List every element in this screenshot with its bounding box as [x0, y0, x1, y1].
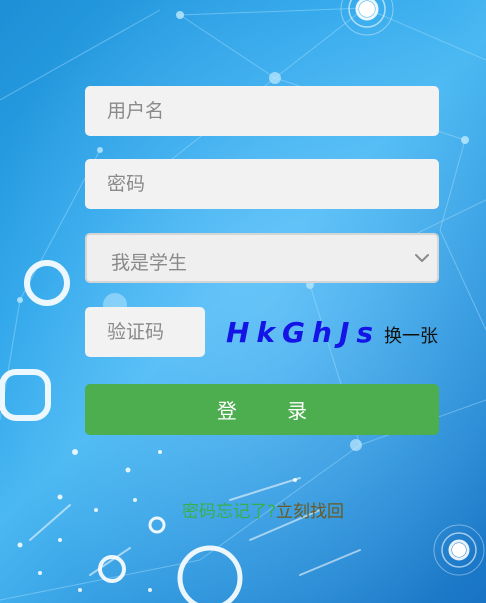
forgot-password-question: 密码忘记了? — [181, 502, 277, 522]
chevron-down-icon — [415, 254, 429, 262]
login-form: 我是学生 HkGhJs 换一张 登 录 密码忘记了?立刻找回 — [0, 0, 486, 603]
role-select-value: 我是学生 — [111, 252, 188, 274]
captcha-input[interactable] — [85, 307, 205, 357]
login-button[interactable]: 登 录 — [85, 384, 439, 435]
forgot-password-row: 密码忘记了?立刻找回 — [0, 497, 486, 522]
username-input[interactable] — [85, 86, 439, 136]
recover-password-link[interactable]: 立刻找回 — [276, 502, 344, 522]
password-input[interactable] — [85, 159, 439, 209]
role-select[interactable]: 我是学生 — [85, 233, 439, 283]
captcha-image[interactable]: HkGhJs — [226, 316, 380, 349]
refresh-captcha-link[interactable]: 换一张 — [384, 322, 438, 348]
